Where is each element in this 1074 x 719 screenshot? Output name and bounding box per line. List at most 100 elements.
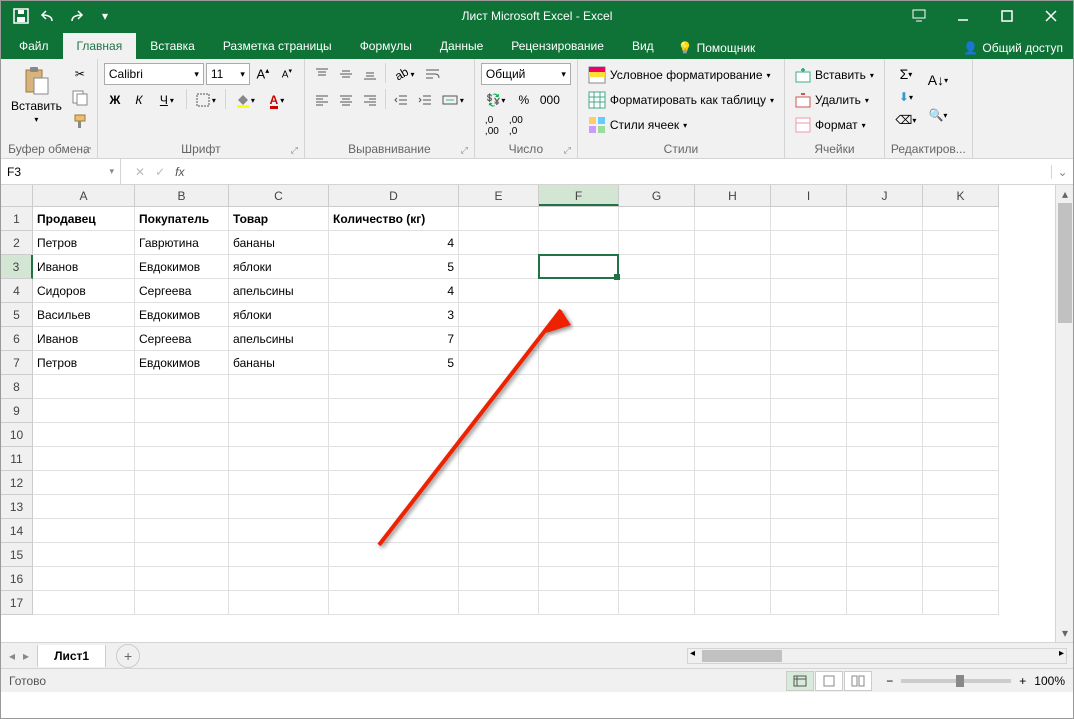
cell[interactable]	[771, 279, 847, 303]
align-center-button[interactable]	[335, 89, 357, 111]
new-sheet-button[interactable]: +	[116, 644, 140, 668]
cell[interactable]	[847, 447, 923, 471]
row-header[interactable]: 12	[1, 471, 33, 495]
cut-button[interactable]: ✂	[69, 63, 91, 85]
ribbon-options-icon[interactable]	[897, 1, 941, 31]
cell[interactable]	[771, 447, 847, 471]
cell[interactable]	[771, 375, 847, 399]
cell[interactable]	[539, 423, 619, 447]
cell[interactable]	[329, 567, 459, 591]
cell[interactable]	[695, 303, 771, 327]
cell[interactable]	[847, 351, 923, 375]
fx-icon[interactable]: fx	[175, 165, 184, 179]
cell[interactable]	[771, 207, 847, 231]
cell[interactable]	[619, 495, 695, 519]
scroll-thumb[interactable]	[1058, 203, 1072, 323]
col-header[interactable]: D	[329, 185, 459, 206]
cell[interactable]	[695, 591, 771, 615]
cell[interactable]	[771, 327, 847, 351]
cell[interactable]	[923, 471, 999, 495]
maximize-icon[interactable]	[985, 1, 1029, 31]
cell[interactable]	[33, 519, 135, 543]
cell[interactable]	[771, 495, 847, 519]
col-header[interactable]: K	[923, 185, 999, 206]
cell[interactable]	[619, 399, 695, 423]
cell[interactable]	[539, 375, 619, 399]
col-header[interactable]: C	[229, 185, 329, 206]
cell[interactable]	[459, 375, 539, 399]
number-format-select[interactable]: Общий▾	[481, 63, 571, 85]
tab-review[interactable]: Рецензирование	[497, 33, 618, 59]
row-header[interactable]: 14	[1, 519, 33, 543]
cell[interactable]	[847, 327, 923, 351]
cell[interactable]	[847, 303, 923, 327]
row-header[interactable]: 7	[1, 351, 33, 375]
cell[interactable]: 7	[329, 327, 459, 351]
cell[interactable]	[619, 375, 695, 399]
cell[interactable]	[771, 399, 847, 423]
cell[interactable]	[771, 567, 847, 591]
scroll-up-icon[interactable]: ▴	[1056, 185, 1073, 203]
font-size-select[interactable]: 11▾	[206, 63, 250, 85]
cell[interactable]	[539, 327, 619, 351]
cell[interactable]	[135, 543, 229, 567]
cell[interactable]	[135, 447, 229, 471]
cell[interactable]	[459, 423, 539, 447]
decrease-decimal-button[interactable]: ,00,0	[505, 115, 527, 137]
dialog-launcher-icon[interactable]: ⤢	[84, 145, 91, 156]
cell[interactable]	[229, 471, 329, 495]
percent-format-button[interactable]: %	[513, 89, 535, 111]
cell[interactable]	[229, 447, 329, 471]
cell[interactable]	[539, 255, 619, 279]
undo-icon[interactable]	[37, 4, 61, 28]
dialog-launcher-icon[interactable]: ⤢	[564, 145, 571, 156]
cell[interactable]	[923, 567, 999, 591]
cell[interactable]: Продавец	[33, 207, 135, 231]
cell[interactable]	[771, 303, 847, 327]
cell[interactable]	[695, 375, 771, 399]
cell[interactable]	[923, 375, 999, 399]
cell[interactable]	[923, 207, 999, 231]
cell[interactable]: Евдокимов	[135, 255, 229, 279]
cell[interactable]	[695, 567, 771, 591]
cell[interactable]: бананы	[229, 231, 329, 255]
fill-color-button[interactable]: ▾	[230, 89, 260, 111]
cell[interactable]: Количество (кг)	[329, 207, 459, 231]
cell[interactable]	[923, 231, 999, 255]
row-header[interactable]: 5	[1, 303, 33, 327]
cell[interactable]	[329, 519, 459, 543]
col-header[interactable]: H	[695, 185, 771, 206]
cell[interactable]	[923, 399, 999, 423]
cell[interactable]	[847, 375, 923, 399]
cell[interactable]	[695, 423, 771, 447]
cell[interactable]: апельсины	[229, 279, 329, 303]
close-icon[interactable]	[1029, 1, 1073, 31]
cell[interactable]: апельсины	[229, 327, 329, 351]
row-header[interactable]: 17	[1, 591, 33, 615]
accounting-format-button[interactable]: 💱▾	[481, 89, 511, 111]
row-header[interactable]: 8	[1, 375, 33, 399]
cell[interactable]	[923, 351, 999, 375]
cell[interactable]	[33, 375, 135, 399]
cell[interactable]	[619, 519, 695, 543]
font-name-select[interactable]: Calibri▾	[104, 63, 204, 85]
tab-nav-prev-icon[interactable]: ◂	[9, 649, 15, 663]
bold-button[interactable]: Ж	[104, 89, 126, 111]
cell[interactable]	[33, 567, 135, 591]
cell[interactable]	[539, 447, 619, 471]
cell[interactable]	[847, 591, 923, 615]
cell[interactable]	[619, 303, 695, 327]
align-middle-button[interactable]	[335, 63, 357, 85]
cell[interactable]	[847, 519, 923, 543]
sort-filter-button[interactable]: A↓▾	[923, 63, 953, 97]
cell[interactable]	[459, 447, 539, 471]
cell[interactable]	[695, 255, 771, 279]
cell[interactable]	[847, 423, 923, 447]
font-color-button[interactable]: А▾	[262, 89, 292, 111]
cell[interactable]	[847, 471, 923, 495]
cell[interactable]	[459, 543, 539, 567]
cell[interactable]	[619, 591, 695, 615]
cell[interactable]: 4	[329, 231, 459, 255]
select-all-button[interactable]	[1, 185, 33, 207]
cell[interactable]	[459, 591, 539, 615]
